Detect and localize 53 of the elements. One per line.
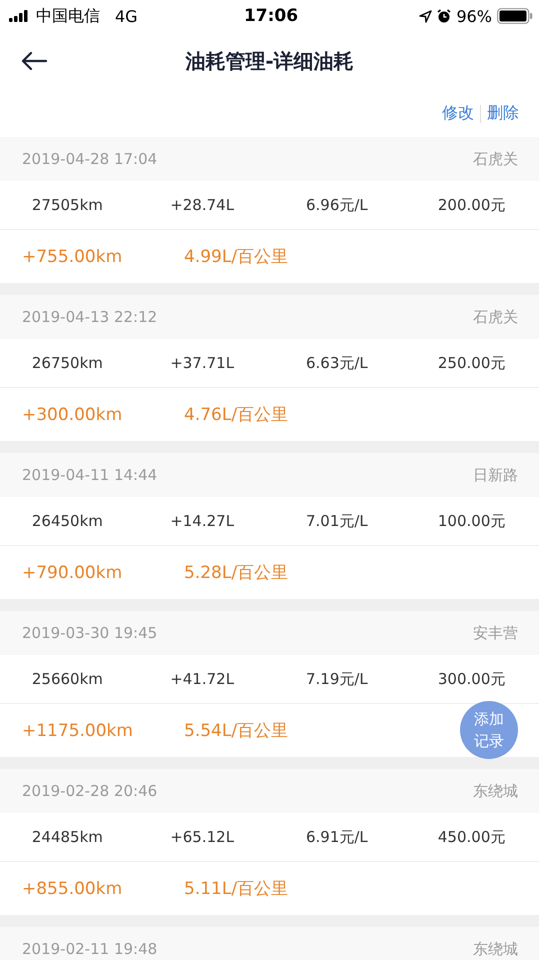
station-name: 石虎关 [473, 308, 518, 326]
record-datetime: 2019-04-11 14:44 [22, 466, 158, 484]
station-name: 东绕城 [473, 782, 518, 800]
fuel-price: 7.19元/L [304, 670, 369, 688]
distance-driven: +790.00km [22, 562, 124, 582]
distance-driven: +300.00km [22, 404, 124, 424]
distance-driven: +1175.00km [22, 720, 134, 740]
odometer-reading: 26750km [30, 354, 104, 372]
fuel-price: 7.01元/L [304, 512, 369, 530]
distance-driven: +755.00km [22, 246, 124, 266]
record-datetime: 2019-03-30 19:45 [22, 624, 158, 642]
fuel-amount: +14.27L [169, 512, 236, 530]
fuel-amount: +41.72L [169, 670, 236, 688]
odometer-reading: 24485km [30, 828, 104, 846]
fuel-consumption: 4.99L/百公里 [184, 246, 288, 268]
fuel-price: 6.96元/L [304, 196, 369, 214]
fuel-amount: +65.12L [169, 828, 236, 846]
distance-driven: +855.00km [22, 878, 124, 898]
edit-link[interactable]: 修改 [442, 103, 474, 124]
total-cost: 200.00元 [436, 196, 506, 214]
total-cost: 250.00元 [436, 354, 506, 372]
station-name: 安丰营 [473, 624, 518, 642]
record-datetime: 2019-02-11 19:48 [22, 940, 158, 958]
total-cost: 300.00元 [436, 670, 506, 688]
fuel-consumption: 4.76L/百公里 [184, 404, 288, 426]
fuel-consumption: 5.28L/百公里 [184, 562, 288, 584]
clock-time: 17:06 [244, 6, 298, 26]
delete-link[interactable]: 删除 [487, 103, 519, 124]
station-name: 日新路 [473, 466, 518, 484]
record-datetime: 2019-04-13 22:12 [22, 308, 158, 326]
network-type: 4G [115, 6, 138, 26]
fuel-price: 6.63元/L [304, 354, 369, 372]
total-cost: 100.00元 [436, 512, 506, 530]
alarm-clock-icon [437, 9, 452, 23]
location-arrow-icon [419, 10, 432, 22]
battery-icon [497, 8, 533, 24]
carrier-name: 中国电信 [36, 6, 100, 26]
fuel-amount: +28.74L [169, 196, 236, 214]
fuel-amount: +37.71L [169, 354, 236, 372]
page-title: 油耗管理-详细油耗 [185, 48, 354, 74]
odometer-reading: 27505km [30, 196, 104, 214]
odometer-reading: 25660km [30, 670, 104, 688]
fuel-consumption: 5.54L/百公里 [184, 720, 288, 742]
station-name: 东绕城 [473, 940, 518, 958]
record-datetime: 2019-04-28 17:04 [22, 150, 158, 168]
odometer-reading: 26450km [30, 512, 104, 530]
fuel-price: 6.91元/L [304, 828, 369, 846]
fuel-consumption: 5.11L/百公里 [184, 878, 288, 900]
total-cost: 450.00元 [436, 828, 506, 846]
station-name: 石虎关 [473, 150, 518, 168]
back-button[interactable] [20, 51, 48, 71]
battery-percent: 96% [456, 6, 492, 26]
record-datetime: 2019-02-28 20:46 [22, 782, 158, 800]
